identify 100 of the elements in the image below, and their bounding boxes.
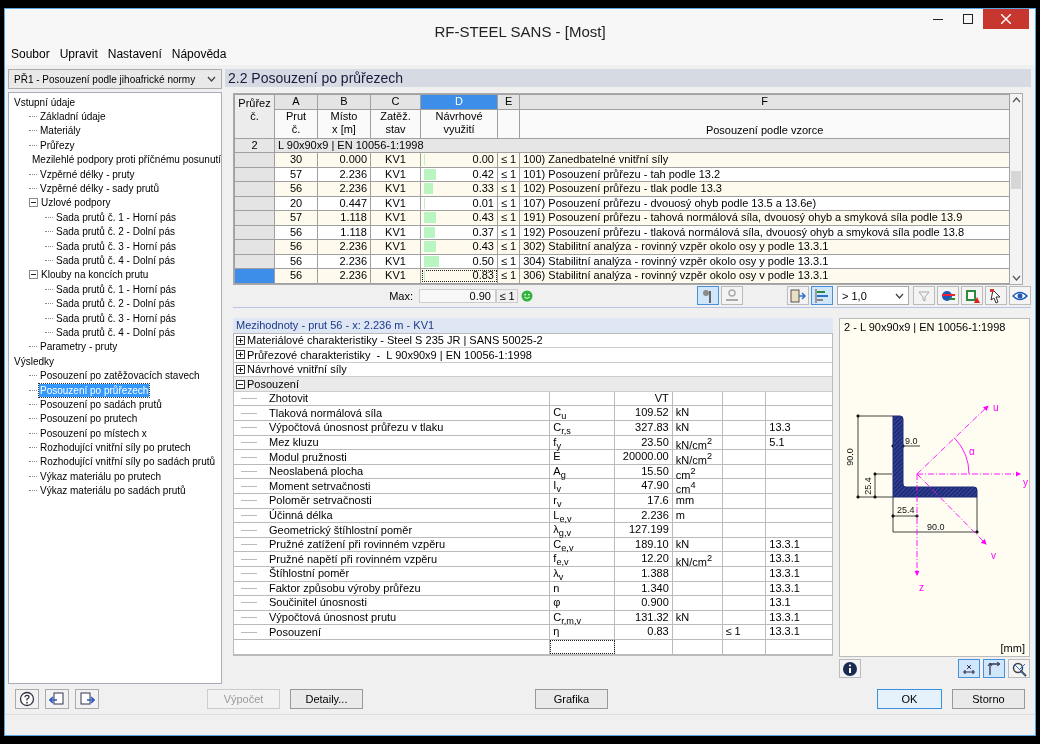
property-value: 109.52 (635, 406, 669, 419)
column-letter[interactable]: C (370, 94, 421, 109)
menu-item[interactable]: Nastavení (107, 47, 162, 63)
property-value: 47.90 (641, 479, 669, 492)
tree-item[interactable]: Materiály (39, 124, 82, 138)
scroll-up-icon (1011, 97, 1021, 103)
property-name: Modul pružnosti (269, 450, 347, 464)
close-icon (1001, 14, 1011, 24)
ok-button[interactable]: OK (877, 689, 942, 709)
toolbar-button[interactable] (985, 286, 1007, 305)
tree-item[interactable]: Vzpěrné délky - sady prutů (39, 182, 160, 196)
bar-list-icon (814, 287, 830, 304)
tree-item[interactable]: Sada prutů č. 4 - Dolní pás (55, 254, 176, 267)
tree-item[interactable]: Posouzení po místech x (39, 426, 148, 440)
property-value: 20000.00 (622, 450, 669, 463)
angle-arc (954, 437, 970, 474)
property-name: Pružné zatížení při rovinném vzpěru (269, 538, 446, 552)
group-label: Průřezové charakteristiky - L 90x90x9 | EN 10056-1:1998 (247, 348, 532, 361)
toolbar-button[interactable] (1009, 286, 1031, 305)
icon-button[interactable] (45, 689, 69, 709)
property-value: 12.20 (641, 552, 669, 565)
tree-item[interactable]: Průřezy (39, 138, 76, 152)
property-value: 17.6 (647, 494, 669, 507)
tree-item[interactable]: Výsledky (13, 354, 55, 368)
collapse-toggle[interactable] (29, 270, 38, 280)
tree-item[interactable]: Uzlové podpory (40, 196, 112, 210)
scrollbar[interactable] (1010, 94, 1022, 284)
case-dropdown[interactable]: PŘ1 - Posouzení podle jihoafrické normy (8, 69, 222, 89)
tree-item[interactable]: Posouzení po sadách prutů (39, 397, 163, 411)
property-name: Tlaková normálová síla (269, 406, 383, 420)
column-letter[interactable]: A (274, 94, 318, 109)
tree-item[interactable]: Sada prutů č. 3 - Horní pás (55, 311, 178, 325)
property-name: Mez kluzu (269, 435, 319, 449)
table-arrow-icon (790, 287, 806, 304)
toolbar-button[interactable] (937, 286, 959, 305)
property-name: Výpočtová únosnost prutu (269, 611, 397, 625)
column-letter[interactable]: B (317, 94, 371, 109)
dimension-label: 25.4 (863, 476, 873, 495)
cancel-button[interactable]: Storno (952, 689, 1025, 709)
symbol: f$_{e,v}$ (553, 552, 569, 565)
toolbar-button[interactable] (839, 659, 861, 678)
property-value: 1.340 (641, 581, 669, 594)
close-button[interactable] (983, 9, 1029, 29)
toolbar-button[interactable] (1008, 659, 1030, 678)
axes-icon (986, 660, 1002, 677)
caret-icon (895, 292, 904, 299)
tree-item[interactable]: Výkaz materiálu po prutech (39, 469, 163, 483)
tree-item[interactable]: Sada prutů č. 2 - Dolní pás (55, 297, 176, 311)
tree-item[interactable]: Sada prutů č. 2 - Dolní pás (55, 225, 176, 239)
focused-cell[interactable] (550, 639, 615, 654)
icon-button[interactable] (15, 689, 39, 709)
expand-toggle[interactable] (236, 379, 245, 389)
expand-toggle[interactable] (236, 350, 245, 360)
max-label: Max: (388, 289, 414, 302)
tree-item[interactable]: Parametry - pruty (39, 340, 119, 354)
column-header: Návrhové využití (434, 109, 484, 136)
table-cell: 0.50 (472, 254, 494, 268)
property-name: Moment setrvačnosti (269, 479, 371, 493)
unit: kN (675, 537, 690, 550)
tree-item[interactable]: Základní údaje (39, 110, 107, 124)
tree-item[interactable]: Posouzení po prutech (39, 412, 139, 426)
tree-item[interactable]: Klouby na koncích prutu (40, 268, 150, 282)
tree-item[interactable]: Rozhodující vnitřní síly po sadách prutů (39, 455, 217, 469)
tree-item[interactable]: Sada prutů č. 4 - Dolní pás (55, 325, 176, 339)
tree-item[interactable]: Posouzení po zatěžovacích stavech (39, 369, 201, 383)
expand-toggle[interactable] (236, 365, 245, 374)
scroll-thumb[interactable] (1011, 171, 1021, 189)
symbol: φ (553, 596, 561, 609)
reference: 13.3.1 (769, 581, 800, 594)
filter-dropdown[interactable]: > 1,0 (837, 286, 909, 305)
menu-item[interactable]: Nápověda (171, 47, 227, 63)
axis-label: u (993, 401, 999, 413)
tree-item[interactable]: Vzpěrné délky - pruty (39, 167, 136, 181)
menu-item[interactable]: Upravit (59, 47, 98, 63)
tree-item[interactable]: Sada prutů č. 3 - Horní pás (55, 239, 178, 253)
icon-button[interactable] (75, 689, 99, 709)
tree-item[interactable]: Rozhodující vnitřní síly po prutech (39, 441, 192, 455)
tree-item[interactable]: Sada prutů č. 1 - Horní pás (55, 282, 178, 296)
reference: 13.3.1 (769, 567, 800, 579)
collapse-toggle[interactable] (29, 198, 38, 208)
property-name: Geometrický štíhlostní poměr (269, 523, 413, 537)
property-name: Štíhlostní poměr (269, 567, 350, 581)
expand-toggle[interactable] (236, 335, 245, 345)
toolbar-button[interactable] (983, 659, 1005, 678)
tree-item[interactable]: Vstupní údaje (13, 95, 77, 109)
dimension-label: 25.4 (897, 504, 915, 515)
property-value: 15.50 (641, 464, 669, 477)
tree-item[interactable]: Výkaz materiálu po sadách prutů (39, 484, 187, 498)
tree-item[interactable]: Mezilehlé podpory proti příčnému posunutí (31, 153, 222, 167)
tree-item[interactable]: Sada prutů č. 1 - Horní pás (55, 210, 178, 224)
symbol: η (553, 625, 560, 638)
symbol: λ$_{g,v}$ (553, 523, 572, 536)
column-letter[interactable]: F (519, 94, 1010, 109)
property-name: Zhotovit (269, 392, 309, 406)
property-name: Účinná délka (269, 508, 333, 522)
menu-item[interactable]: Soubor (11, 47, 50, 63)
reference: 13.3.1 (769, 610, 800, 623)
column-letter[interactable]: E (497, 94, 520, 109)
graphics-button[interactable]: Grafika (535, 689, 608, 709)
action-button[interactable]: Detaily... (290, 689, 363, 709)
